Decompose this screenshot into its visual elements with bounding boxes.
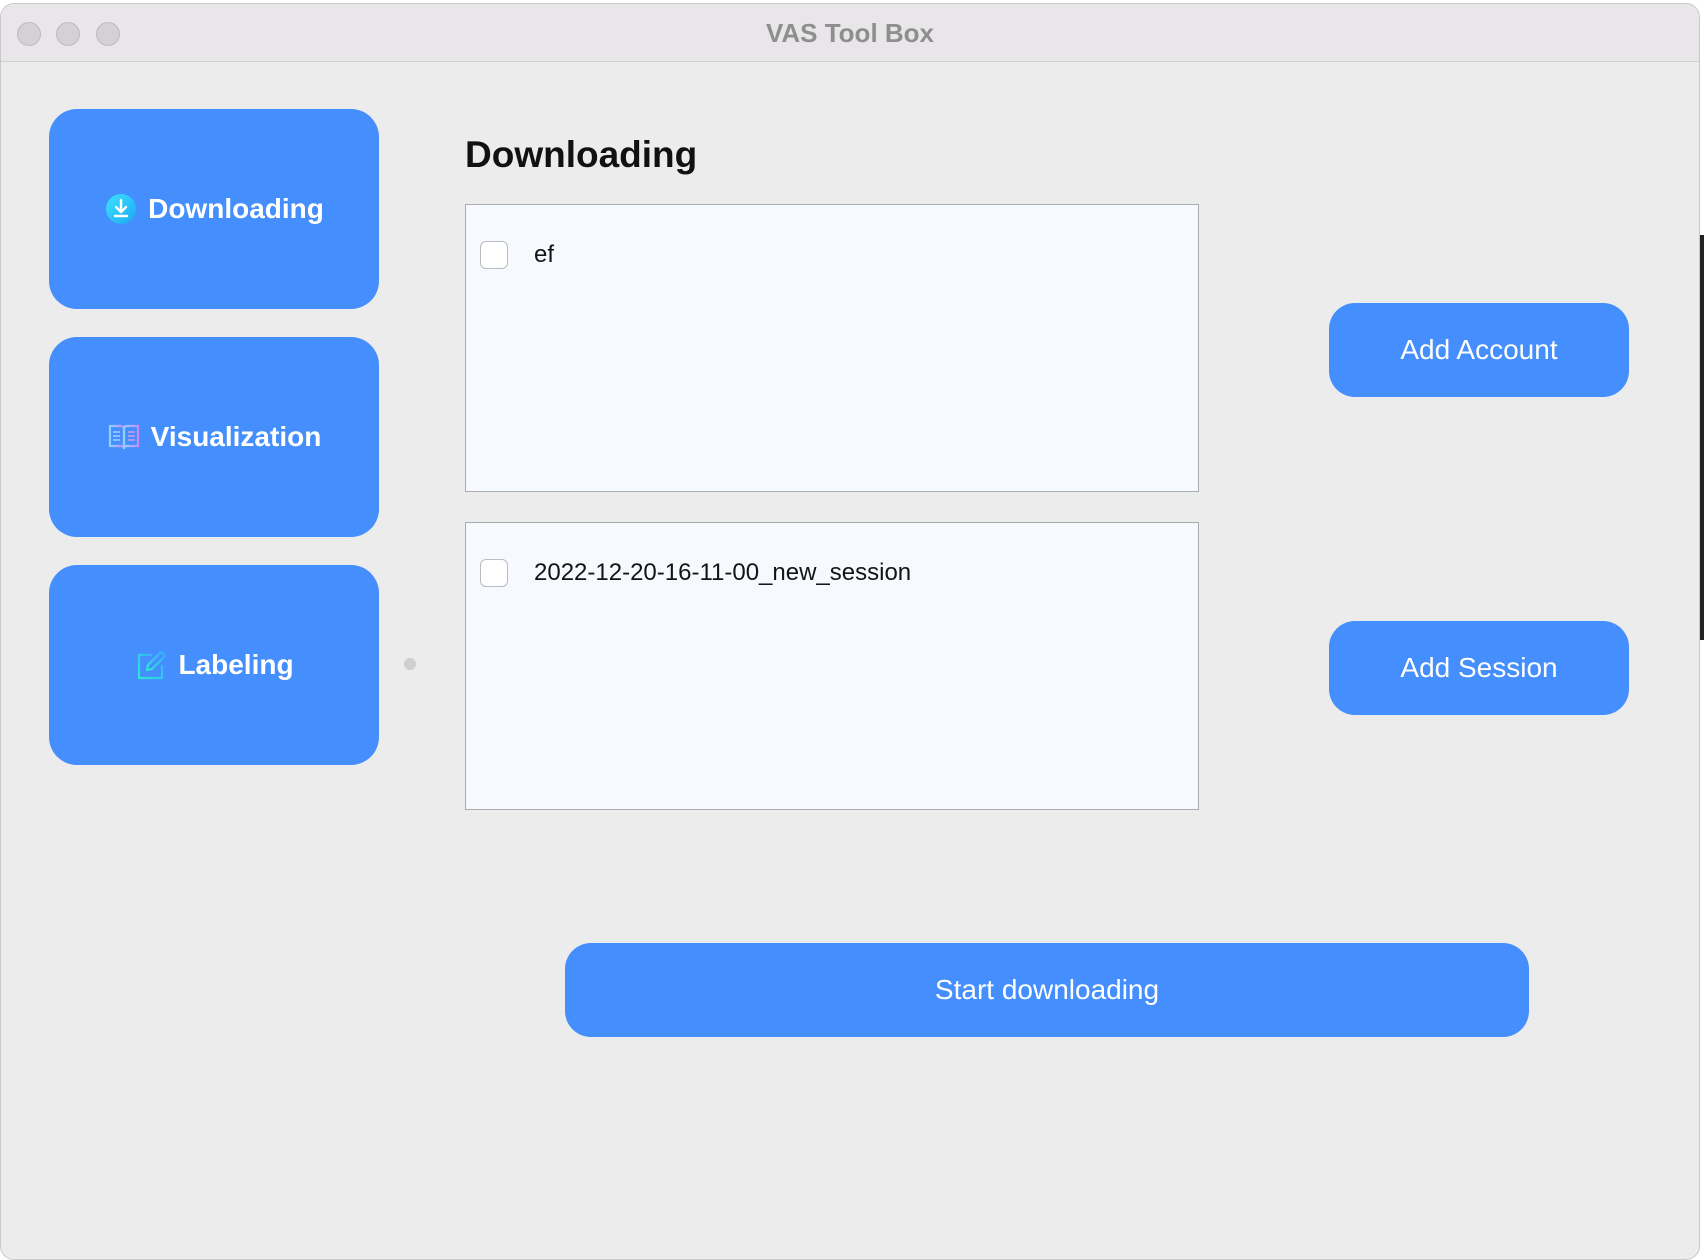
session-checkbox[interactable] (480, 559, 508, 587)
open-book-icon (107, 420, 141, 454)
session-label: 2022-12-20-16-11-00_new_session (534, 559, 912, 586)
page-title: Downloading (465, 134, 698, 175)
sidebar-item-labeling[interactable]: Labeling (49, 565, 379, 765)
background-window-fragment (1700, 235, 1704, 640)
sidebar-item-visualization[interactable]: Visualization (49, 337, 379, 537)
add-session-button[interactable]: Add Session (1329, 621, 1629, 715)
session-list: 2022-12-20-16-11-00_new_session (465, 522, 1199, 810)
add-account-button[interactable]: Add Account (1329, 303, 1629, 397)
download-circle-icon (104, 192, 138, 226)
account-list: ef (465, 204, 1199, 492)
list-item[interactable]: ef (480, 241, 554, 269)
list-item[interactable]: 2022-12-20-16-11-00_new_session (480, 559, 911, 587)
resize-handle-dot[interactable] (404, 658, 416, 670)
sidebar-item-label: Visualization (150, 421, 322, 452)
start-downloading-button[interactable]: Start downloading (565, 943, 1529, 1037)
sidebar-item-downloading[interactable]: Downloading (49, 109, 379, 309)
sidebar-item-label: Downloading (148, 193, 324, 224)
account-label: ef (534, 241, 555, 268)
window-title: VAS Tool Box (765, 18, 935, 48)
account-checkbox[interactable] (480, 241, 508, 269)
sidebar-item-label: Labeling (178, 649, 294, 680)
title-bar: VAS Tool Box (1, 4, 1699, 62)
edit-pencil-icon (134, 648, 168, 682)
app-window: VAS Tool Box Downloading Visualization L… (0, 3, 1700, 1260)
